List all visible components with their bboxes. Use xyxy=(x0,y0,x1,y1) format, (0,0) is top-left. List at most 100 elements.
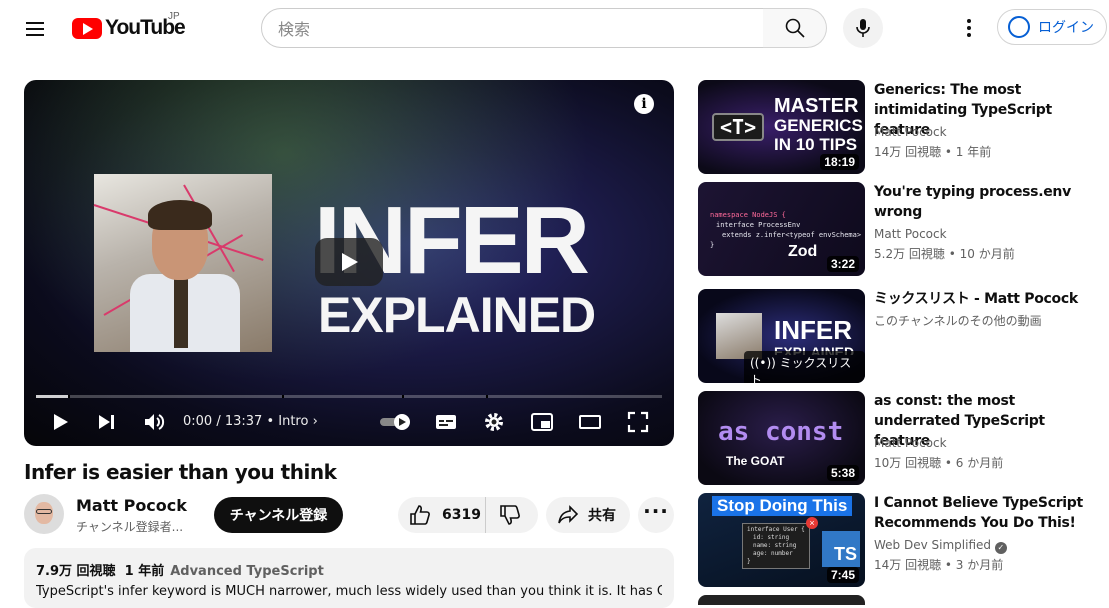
code-line: namespace NodeJS { xyxy=(710,211,786,219)
recommended-video[interactable]: Stop Doing This interface User { id: str… xyxy=(698,493,1098,587)
share-label: 共有 xyxy=(588,508,616,524)
login-button[interactable]: ログイン xyxy=(997,9,1107,45)
mix-subtitle: このチャンネルのその他の動画 xyxy=(874,314,1042,328)
youtube-logo[interactable]: YouTube JP xyxy=(72,11,186,40)
chapter-label[interactable]: Intro xyxy=(278,414,308,429)
info-icon[interactable]: i xyxy=(634,94,654,114)
subtitles-icon[interactable] xyxy=(434,410,458,434)
search-input[interactable]: 検索 xyxy=(261,8,764,48)
progress-bar[interactable] xyxy=(36,395,662,398)
code-line: name: string xyxy=(753,542,797,549)
settings-gear-icon[interactable] xyxy=(482,410,506,434)
thumb-text: INFER xyxy=(774,315,852,345)
close-icon: × xyxy=(806,517,818,529)
like-dislike-group: 6319 xyxy=(398,497,538,533)
settings-menu-icon[interactable] xyxy=(959,16,979,40)
recommended-video[interactable]: <T> MASTER GENERICS IN 10 TIPS 18:19 Gen… xyxy=(698,80,1098,174)
search-button[interactable] xyxy=(763,8,827,48)
hamburger-menu-icon[interactable] xyxy=(24,18,48,38)
video-meta: 14万 回視聴 • 3 か月前 xyxy=(874,558,1004,572)
duration-badge: 18:19 xyxy=(820,154,859,170)
code-line: id: string xyxy=(753,534,790,541)
channel-name[interactable]: Matt Pocock xyxy=(76,496,187,515)
video-thumbnail[interactable]: Stop Doing This interface User { id: str… xyxy=(698,493,865,587)
video-thumbnail[interactable]: namespace NodeJS { interface ProcessEnv … xyxy=(698,182,865,276)
mix-title[interactable]: ミックスリスト - Matt Pocock xyxy=(874,289,1094,309)
typescript-logo: TS xyxy=(822,531,860,567)
code-line: } xyxy=(747,558,751,565)
search-placeholder: 検索 xyxy=(278,20,311,39)
time-display: 0:00 / 13:37 • Intro › xyxy=(183,414,318,429)
code-line: } xyxy=(710,241,715,249)
code-line: interface User { xyxy=(747,526,805,533)
video-thumbnail[interactable]: <T> MASTER GENERICS IN 10 TIPS 18:19 xyxy=(698,80,865,174)
thumb-text: GENERICS xyxy=(774,116,863,135)
thumb-text: Stop Doing This xyxy=(712,496,853,516)
fullscreen-icon[interactable] xyxy=(626,410,650,434)
recommended-mix[interactable]: INFER EXPLAINED ((•)) ミックスリスト ミックスリスト - … xyxy=(698,285,1098,383)
verified-check-icon: ✓ xyxy=(994,542,1007,554)
like-button[interactable]: 6319 xyxy=(398,497,486,533)
video-frame-image xyxy=(93,174,272,352)
video-title[interactable]: You're typing process.env wrong xyxy=(874,182,1094,222)
subscriber-count: チャンネル登録者... xyxy=(76,520,184,534)
login-label: ログイン xyxy=(1038,20,1094,36)
more-horizontal-icon: ··· xyxy=(643,499,669,523)
video-player[interactable]: INFER EXPLAINED i 0:00 / 13:37 • Intro › xyxy=(24,80,674,446)
more-actions-button[interactable]: ··· xyxy=(638,497,674,533)
share-button[interactable]: 共有 xyxy=(546,497,630,533)
mix-icon: ((•)) xyxy=(750,356,776,370)
video-meta: 5.2万 回視聴 • 10 か月前 xyxy=(874,247,1015,261)
region-label: JP xyxy=(168,11,180,22)
next-thumbnail-partial[interactable] xyxy=(698,595,865,605)
thumbs-down-icon xyxy=(500,505,520,525)
code-line: extends z.infer<typeof envSchema> xyxy=(722,231,862,239)
duration-badge: 5:38 xyxy=(826,465,859,481)
microphone-icon xyxy=(856,19,870,37)
duration-badge: 3:22 xyxy=(826,256,859,272)
dislike-button[interactable] xyxy=(486,497,522,533)
chevron-right-icon: › xyxy=(312,414,318,429)
share-icon xyxy=(558,505,579,524)
volume-icon[interactable] xyxy=(142,410,166,434)
video-meta: 10万 回視聴 • 6 か月前 xyxy=(874,456,1004,470)
thumb-text: MASTER xyxy=(774,95,859,117)
channel-avatar[interactable] xyxy=(24,494,64,534)
like-count: 6319 xyxy=(442,507,481,523)
recommended-video[interactable]: namespace NodeJS { interface ProcessEnv … xyxy=(698,182,1098,276)
video-meta: 14万 回視聴 • 1 年前 xyxy=(874,145,992,159)
description-tag[interactable]: Advanced TypeScript xyxy=(170,564,324,579)
channel-name[interactable]: Matt Pocock xyxy=(874,227,947,241)
time-text: 0:00 / 13:37 xyxy=(183,414,263,429)
view-count: 7.9万 回視聴 xyxy=(36,564,116,579)
account-icon xyxy=(1008,16,1030,38)
autoplay-toggle-icon[interactable] xyxy=(378,410,414,434)
player-controls: 0:00 / 13:37 • Intro › xyxy=(24,402,674,442)
generic-badge: <T> xyxy=(712,113,765,141)
thumbs-up-icon xyxy=(410,505,430,525)
channel-name[interactable]: Web Dev Simplified ✓ xyxy=(874,538,1007,554)
thumb-text: IN 10 TIPS xyxy=(774,135,858,154)
thumb-text: as const xyxy=(718,417,844,447)
play-icon[interactable] xyxy=(48,410,72,434)
video-title[interactable]: I Cannot Believe TypeScript Recommends Y… xyxy=(874,493,1094,533)
next-icon[interactable] xyxy=(94,410,118,434)
voice-search-button[interactable] xyxy=(843,8,883,48)
top-bar: YouTube JP 検索 ログイン xyxy=(0,0,1109,56)
thumbnail-title-line2: EXPLAINED xyxy=(318,287,596,343)
large-play-button[interactable] xyxy=(315,238,383,286)
channel-name[interactable]: Matt Pocock xyxy=(874,125,947,139)
channel-name[interactable]: Matt Pocock xyxy=(874,436,947,450)
miniplayer-icon[interactable] xyxy=(530,410,554,434)
video-title: Infer is easier than you think xyxy=(24,460,337,484)
search-icon xyxy=(785,18,805,38)
theater-mode-icon[interactable] xyxy=(578,410,602,434)
youtube-play-logo-icon xyxy=(72,17,102,39)
video-thumbnail[interactable]: as const The GOAT 5:38 xyxy=(698,391,865,485)
description-text: TypeScript's infer keyword is MUCH narro… xyxy=(36,584,662,599)
code-line: age: number xyxy=(753,550,793,557)
subscribe-button[interactable]: チャンネル登録 xyxy=(214,497,343,533)
video-thumbnail[interactable]: INFER EXPLAINED ((•)) ミックスリスト xyxy=(698,289,865,383)
recommended-video[interactable]: as const The GOAT 5:38 as const: the mos… xyxy=(698,391,1098,485)
description-box[interactable]: 7.9万 回視聴 1 年前 Advanced TypeScript TypeScr… xyxy=(24,548,674,608)
